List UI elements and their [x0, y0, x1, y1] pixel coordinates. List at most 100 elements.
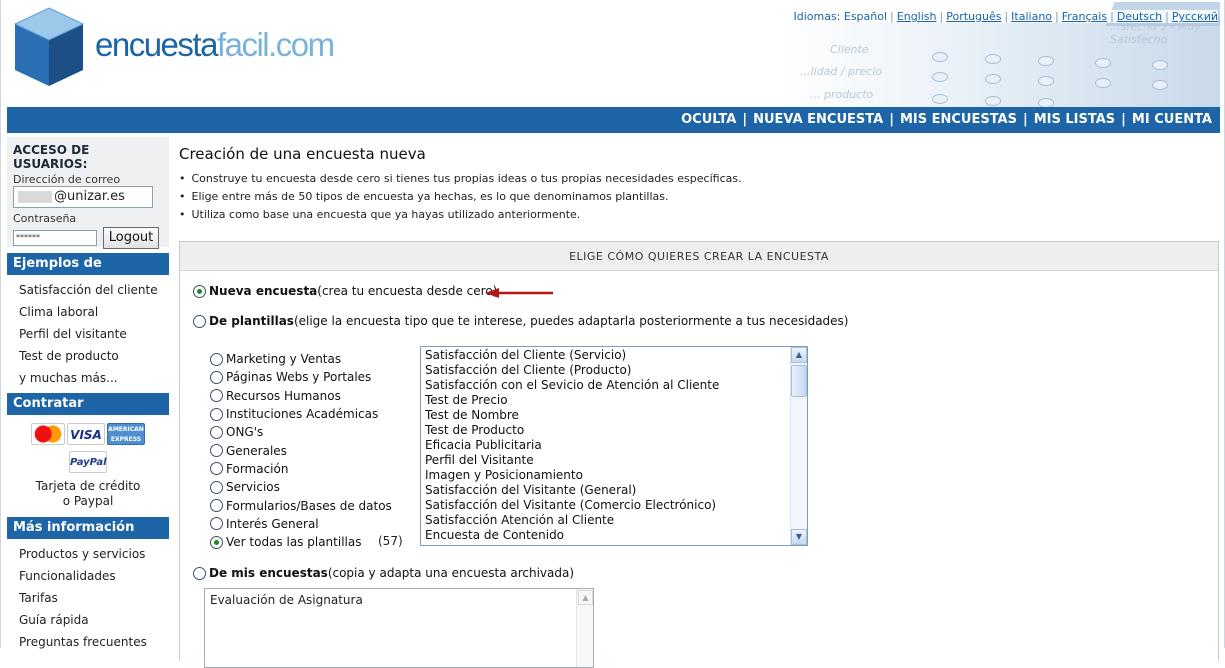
templates-list: Satisfacción del cliente Clima laboral P…: [7, 275, 169, 389]
list-item[interactable]: Perfil del Visitante: [425, 453, 807, 468]
radio-category[interactable]: [210, 370, 223, 384]
sidebar-link-mas[interactable]: y muchas más...: [19, 367, 169, 389]
email-label: Dirección de correo: [13, 173, 121, 186]
login-panel: ACCESO DE USUARIOS: Dirección de correo …: [7, 137, 169, 249]
templates-listbox[interactable]: Satisfacción del Cliente (Servicio) Sati…: [420, 346, 808, 546]
lang-pt[interactable]: Português: [946, 10, 1001, 23]
sidebar-link-test[interactable]: Test de producto: [19, 345, 169, 367]
sidebar-link-guia[interactable]: Guía rápida: [19, 609, 169, 631]
category-ver-todas[interactable]: Ver todas las plantillas: [210, 533, 392, 551]
sidebar-link-faq[interactable]: Preguntas frecuentes: [19, 631, 169, 653]
radio-templates[interactable]: [193, 314, 206, 328]
main-content: Creación de una encuesta nueva Construye…: [179, 143, 1219, 668]
listbox-scrollbar[interactable]: ▲ ▼: [790, 347, 807, 545]
bullet-item: Elige entre más de 50 tipos de encuesta …: [179, 189, 1219, 207]
list-item[interactable]: Eficacia Publicitaria: [425, 438, 807, 453]
nav-nueva-encuesta[interactable]: NUEVA ENCUESTA: [753, 112, 883, 127]
language-selector: Idiomas: Español | English | Português | Itali…: [789, 10, 1218, 23]
category-formularios[interactable]: Formularios/Bases de datos: [210, 496, 392, 514]
option-templates[interactable]: De plantillas (elige la encuesta tipo qu…: [193, 314, 849, 328]
radio-category[interactable]: [210, 462, 223, 476]
list-item[interactable]: Satisfacción del Cliente (Producto): [425, 363, 807, 378]
scroll-down-icon[interactable]: ▼: [791, 529, 807, 545]
category-webs[interactable]: Páginas Webs y Portales: [210, 368, 392, 386]
radio-category[interactable]: [210, 352, 223, 366]
template-categories: Marketing y Ventas Páginas Webs y Portal…: [210, 350, 392, 551]
my-surveys-list[interactable]: Evaluación de Asignatura ▲: [204, 588, 594, 668]
list-item[interactable]: Test de Precio: [425, 393, 807, 408]
radio-category[interactable]: [210, 407, 223, 421]
option-new-survey[interactable]: Nueva encuesta (crea tu encuesta desde c…: [193, 284, 497, 298]
create-options-panel: ELIGE CÓMO QUIERES CREAR LA ENCUESTA Nue…: [179, 241, 1219, 668]
sidebar-link-funcionalidades[interactable]: Funcionalidades: [19, 565, 169, 587]
list-item[interactable]: Evaluación de Asignatura: [205, 589, 593, 607]
category-generales[interactable]: Generales: [210, 441, 392, 459]
list-item[interactable]: Satisfacción del Cliente (Servicio): [425, 348, 807, 363]
contract-section-title: Contratar: [7, 393, 169, 415]
sidebar-link-productos[interactable]: Productos y servicios: [19, 543, 169, 565]
list-item[interactable]: Test de Nombre: [425, 408, 807, 423]
lang-ru[interactable]: Русский: [1172, 10, 1218, 23]
arrow-indicator-icon: [485, 288, 553, 298]
more-info-section-title: Más información: [7, 517, 169, 539]
nav-mis-listas[interactable]: MIS LISTAS: [1034, 112, 1115, 127]
nav-mi-cuenta[interactable]: MI CUENTA: [1132, 112, 1212, 127]
header: encuestafacil.com ...sfecho 5 - Muy Sati…: [7, 0, 1220, 107]
category-academicas[interactable]: Instituciones Académicas: [210, 405, 392, 423]
category-formacion[interactable]: Formación: [210, 460, 392, 478]
bullet-item: Construye tu encuesta desde cero si tien…: [179, 171, 1219, 189]
bullet-item: Utiliza como base una encuesta que ya ha…: [179, 207, 1219, 225]
amex-icon: AMERICAN EXPRESS: [107, 423, 145, 445]
category-interes[interactable]: Interés General: [210, 515, 392, 533]
list-item[interactable]: Test de Producto: [425, 423, 807, 438]
redacted-mask: [18, 191, 52, 203]
radio-category[interactable]: [210, 425, 223, 439]
lang-es[interactable]: Español: [844, 10, 887, 23]
lang-de[interactable]: Deutsch: [1117, 10, 1162, 23]
login-title: ACCESO DE USUARIOS:: [13, 143, 90, 171]
list-item[interactable]: Satisfacción del Visitante (General): [425, 483, 807, 498]
radio-my-surveys[interactable]: [193, 566, 206, 580]
radio-category[interactable]: [210, 444, 223, 458]
radio-new-survey[interactable]: [193, 284, 206, 298]
radio-category[interactable]: [210, 499, 223, 513]
radio-category-selected[interactable]: [210, 535, 223, 549]
category-servicios[interactable]: Servicios: [210, 478, 392, 496]
logout-button[interactable]: Logout: [103, 227, 159, 249]
category-marketing[interactable]: Marketing y Ventas: [210, 350, 392, 368]
scroll-up-icon[interactable]: ▲: [578, 590, 593, 605]
email-field[interactable]: @unizar.es: [13, 186, 153, 208]
sidebar-link-clima[interactable]: Clima laboral: [19, 301, 169, 323]
templates-count: (57): [378, 534, 403, 548]
category-rrhh[interactable]: Recursos Humanos: [210, 387, 392, 405]
lang-it[interactable]: Italiano: [1011, 10, 1052, 23]
lang-en[interactable]: English: [897, 10, 937, 23]
logo-text[interactable]: encuestafacil.com: [95, 26, 335, 64]
scroll-thumb[interactable]: [791, 365, 807, 397]
sidebar-link-tarifas[interactable]: Tarifas: [19, 587, 169, 609]
list-item[interactable]: Encuesta de Contenido: [425, 528, 807, 543]
radio-category[interactable]: [210, 480, 223, 494]
radio-category[interactable]: [210, 517, 223, 531]
my-surveys-scrollbar[interactable]: ▲: [576, 589, 593, 667]
list-item[interactable]: Imagen y Posicionamiento: [425, 468, 807, 483]
sidebar-link-perfil[interactable]: Perfil del visitante: [19, 323, 169, 345]
category-ong[interactable]: ONG's: [210, 423, 392, 441]
page-title: Creación de una encuesta nueva: [179, 145, 426, 163]
visa-icon: VISA: [67, 423, 105, 445]
option-my-surveys[interactable]: De mis encuestas (copia y adapta una enc…: [193, 566, 574, 580]
sidebar-link-satisfaccion[interactable]: Satisfacción del cliente: [19, 279, 169, 301]
list-item[interactable]: Satisfacción Atención al Cliente: [425, 513, 807, 528]
scroll-up-icon[interactable]: ▲: [791, 347, 807, 363]
nav-mis-encuestas[interactable]: MIS ENCUESTAS: [900, 112, 1017, 127]
radio-category[interactable]: [210, 389, 223, 403]
logo-cube-icon: [13, 7, 85, 86]
nav-oculta[interactable]: OCULTA: [681, 112, 736, 127]
mastercard-icon: [31, 423, 65, 445]
list-item[interactable]: Satisfacción con el Sevicio de Atención …: [425, 378, 807, 393]
password-field[interactable]: ******: [13, 230, 97, 246]
templates-section-title: Ejemplos de plantillas: [7, 253, 169, 293]
page: encuestafacil.com ...sfecho 5 - Muy Sati…: [0, 0, 1225, 668]
lang-fr[interactable]: Français: [1062, 10, 1107, 23]
list-item[interactable]: Satisfacción del Visitante (Comercio Ele…: [425, 498, 807, 513]
